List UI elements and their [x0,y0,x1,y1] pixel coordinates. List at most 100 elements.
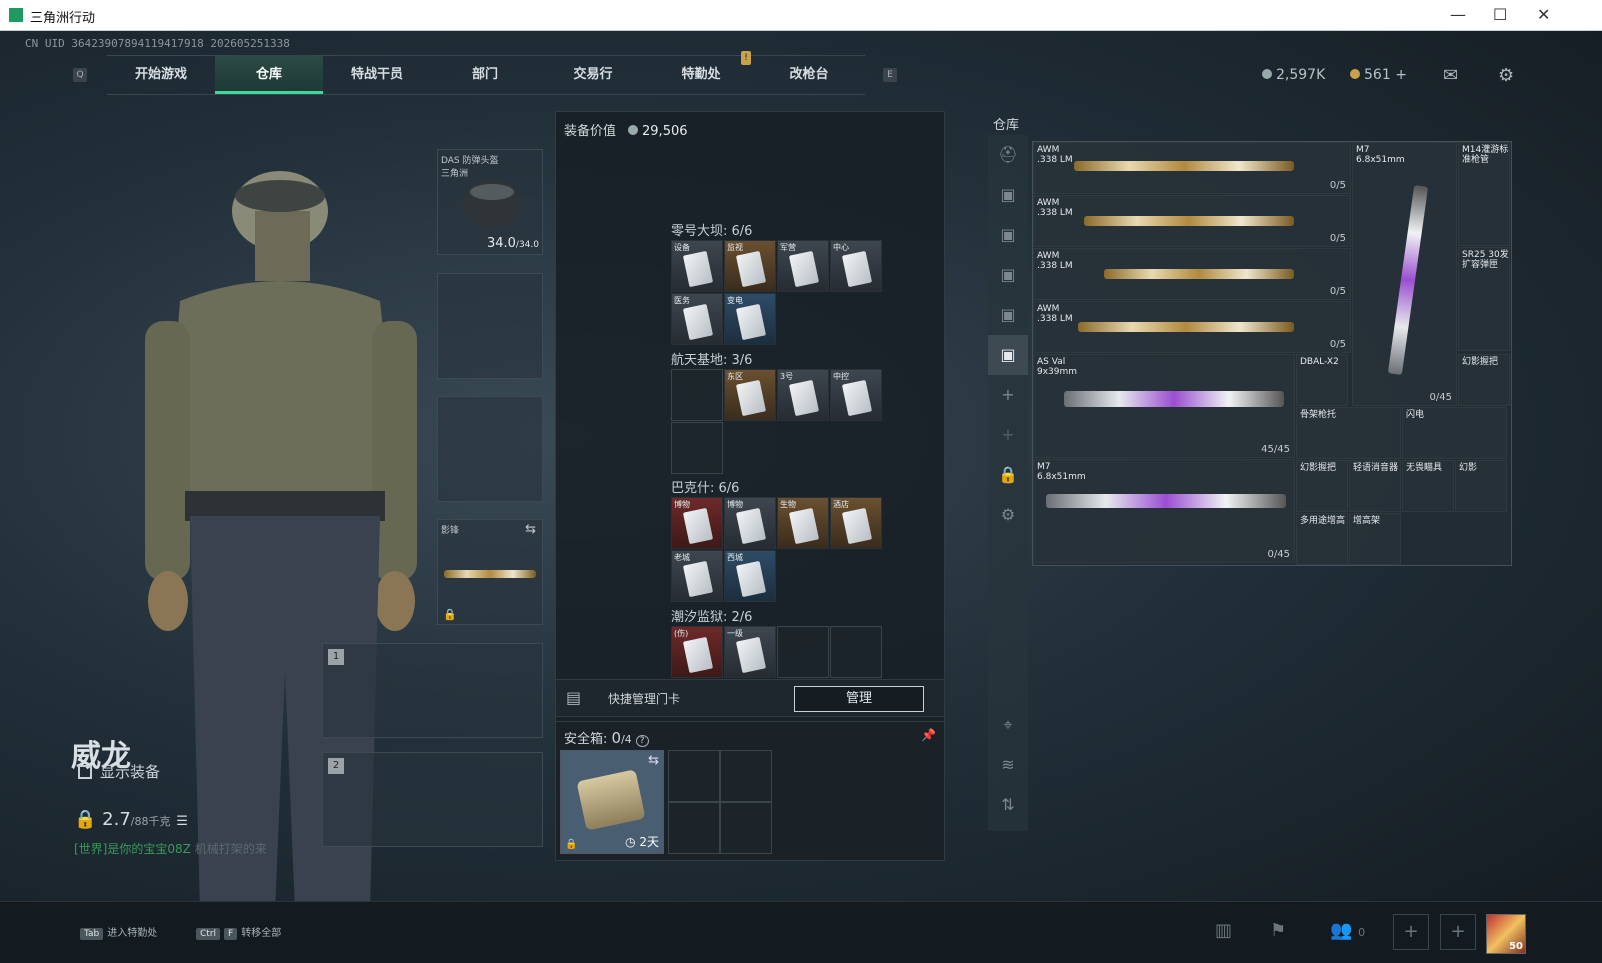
primary-weapon-slot-2[interactable]: 2 [322,752,543,847]
keycard-image [841,507,873,545]
keycard[interactable]: (伤) [671,626,723,678]
attachment-laser[interactable]: DBAL-X2 [1296,354,1348,406]
attachment-riser-2[interactable]: 增高架 [1349,513,1401,565]
weapon-awm-3[interactable]: AWM .338 LM 0/5 [1033,248,1351,300]
layers-icon[interactable]: ≋ [988,745,1028,785]
empty-keycard-slot[interactable] [671,422,723,474]
tab-gunsmith[interactable]: 改枪台 [755,56,863,94]
manage-button[interactable]: 管理 [794,686,924,712]
armor-slot[interactable] [437,273,543,379]
attachment-grip-2[interactable]: 幻影握把 [1296,460,1348,512]
storage-tab-2-icon[interactable]: ▣ [988,215,1028,255]
keycard[interactable]: 3号 [777,369,829,421]
tab-operators[interactable]: 特战干员 [323,56,431,94]
maximize-button[interactable]: ☐ [1493,5,1507,24]
safe-slot[interactable] [668,750,720,802]
show-gear-checkbox[interactable] [78,765,92,779]
tab-warehouse[interactable]: 仓库 [215,56,323,94]
safe-slot[interactable] [720,750,772,802]
attachment-stock[interactable]: 骨架枪托 [1296,407,1401,459]
stats-icon[interactable]: ▥ [1215,920,1232,941]
attachment-grip[interactable]: 幻影握把 [1458,354,1510,406]
attachment-barrel[interactable]: M14灌游标准枪管 [1458,142,1510,246]
tab-market[interactable]: 交易行 [539,56,647,94]
keycard[interactable]: 博物 [671,497,723,549]
list-icon[interactable]: ☰ [176,814,188,829]
weapon-awm-4[interactable]: AWM .338 LM 0/5 [1033,301,1351,353]
safe-slot[interactable] [720,802,772,854]
weapon-awm-1[interactable]: AWM .338 LM 0/5 [1033,142,1351,194]
empty-keycard-slot[interactable] [830,626,882,678]
empty-keycard-slot[interactable] [777,626,829,678]
invite-slot-1-icon[interactable]: + [1393,914,1429,950]
tab-start-game[interactable]: 开始游戏 [107,56,215,94]
storage-tab-4-icon[interactable]: ▣ [988,295,1028,335]
storage-settings-icon[interactable]: ⚙ [988,495,1028,535]
attachment-riser[interactable]: 多用途增高 [1296,513,1348,565]
weapon-m7-1[interactable]: M7 6.8x51mm 0/45 [1033,459,1295,563]
tab-special-ops[interactable]: 特勤处 [647,56,755,94]
mail-icon[interactable]: ✉ [1443,65,1458,86]
keycard[interactable]: 老城 [671,550,723,602]
keycard[interactable]: 中心 [830,240,882,292]
flag-icon[interactable]: ⚑ [1270,920,1286,941]
keycard[interactable]: 生物 [777,497,829,549]
keycard[interactable]: 监视 [724,240,776,292]
world-chat-line[interactable]: [世界]是你的宝宝08Z 机械打架的来 [74,840,267,857]
weapon-awm-2[interactable]: AWM .338 LM 0/5 [1033,195,1351,247]
keycard[interactable]: 医务 [671,293,723,345]
transfer-all-hint[interactable]: Ctrl F 转移全部 [196,924,281,940]
storage-tab-3-icon[interactable]: ▣ [988,255,1028,295]
keycard-section-title: 航天基地: 3/6 [671,353,753,368]
keycard[interactable]: 东区 [724,369,776,421]
swap-icon[interactable]: ⇆ [525,522,536,537]
keycard[interactable]: 一级 [724,626,776,678]
keycard-label: 东区 [727,372,743,381]
keycard[interactable]: 设备 [671,240,723,292]
attachment-phantom[interactable]: 幻影 [1455,460,1507,512]
tab-department[interactable]: 部门 [431,56,539,94]
storage-tab-1-icon[interactable]: ▣ [988,175,1028,215]
keycard[interactable]: 博物 [724,497,776,549]
keycard[interactable]: 酒店 [830,497,882,549]
help-icon[interactable]: ? [635,735,649,747]
empty-keycard-slot[interactable] [671,369,723,421]
sort-icon[interactable]: ⇅ [988,785,1028,825]
lock-tab-icon[interactable]: 🔒 [988,455,1028,495]
keycard[interactable]: 军营 [777,240,829,292]
pistol-slot[interactable] [437,396,543,502]
invite-slot-2-icon[interactable]: + [1440,914,1476,950]
helmet-slot[interactable]: DAS 防弹头盔 三角洲 34.0/34.0 [437,149,543,255]
add-tab-icon[interactable]: + [988,375,1028,415]
keycard[interactable]: 变电 [724,293,776,345]
storage-tab-helmet-icon[interactable]: ⛑ [988,135,1028,175]
storage-filter-icon[interactable]: ⌖ [988,705,1028,745]
friends-icon[interactable]: 👥 0 [1330,920,1365,941]
swap-icon[interactable]: ⇆ [648,753,659,768]
storage-tab-5-icon[interactable]: ▣ [988,335,1028,375]
attachment-sight[interactable]: 无畏瞄具 [1402,460,1454,512]
weapon-m7-2[interactable]: M7 6.8x51mm 0/45 [1352,142,1457,406]
attachment-stock-2[interactable]: 闪电 [1402,407,1507,459]
melee-slot[interactable]: 影锋 ⇆ 🔒 [437,519,543,625]
safe-slot[interactable] [668,802,720,854]
lock-icon[interactable]: 🔒 [443,608,457,621]
ticket-balance[interactable]: 561 + [1350,67,1407,83]
safe-box-item[interactable]: ⇆ ◷ 2天 🔒 [560,750,664,854]
enter-special-ops-hint[interactable]: Tab 进入特勤处 [80,924,157,940]
attachment-suppressor[interactable]: 轻语消音器 [1349,460,1401,512]
keycard[interactable]: 中控 [830,369,882,421]
safe-box-image [576,769,646,831]
player-avatar[interactable]: 50 [1486,914,1526,954]
attachment-magazine[interactable]: SR25 30发扩容弹匣 [1458,247,1510,351]
attachment-name: 幻影 [1459,463,1478,473]
primary-weapon-slot-1[interactable]: 1 [322,643,543,738]
show-gear-toggle[interactable]: 显示装备 [78,761,160,782]
minimize-button[interactable]: — [1450,5,1466,24]
settings-gear-icon[interactable]: ⚙ [1498,65,1514,86]
weapon-as-val[interactable]: AS Val 9x39mm 45/45 [1033,354,1295,458]
manage-label: 快捷管理门卡 [608,692,681,706]
keycard[interactable]: 西城 [724,550,776,602]
pin-icon[interactable]: 📌 [921,728,936,742]
close-button[interactable]: ✕ [1537,5,1550,24]
